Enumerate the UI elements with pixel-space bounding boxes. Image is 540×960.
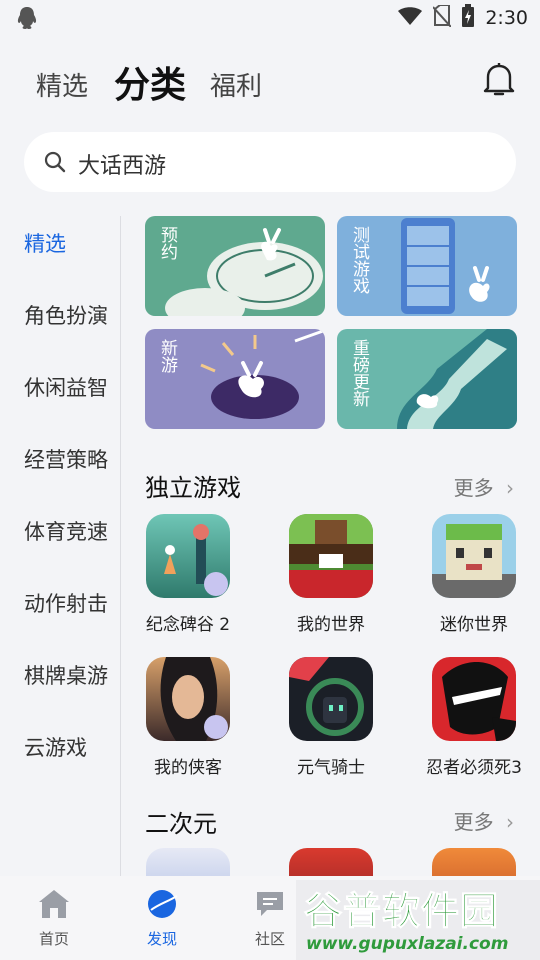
game-name: 我的侠客	[154, 758, 222, 778]
category-sidebar: 精选 角色扮演 休闲益智 经营策略 体育竞速 动作射击 棋牌桌游 云游戏	[0, 216, 120, 876]
tab-welfare[interactable]: 福利	[210, 66, 262, 103]
game-item-minecraft[interactable]: 我的世界	[275, 514, 387, 635]
sidebar-item-action-shooter[interactable]: 动作射击	[24, 588, 108, 618]
banner-label: 重磅更新	[349, 339, 369, 407]
game-item-monument-valley-2[interactable]: 纪念碑谷 2	[132, 514, 244, 635]
sidebar-item-sports-racing[interactable]: 体育竞速	[24, 516, 108, 546]
sidebar-item-cloud-gaming[interactable]: 云游戏	[24, 732, 87, 762]
more-label: 更多	[453, 810, 494, 834]
sidebar-item-featured[interactable]: 精选	[24, 228, 66, 258]
banner-reservation[interactable]: 预约	[145, 216, 325, 316]
search-bar[interactable]: 大话西游	[24, 132, 516, 192]
game-icon	[146, 848, 230, 876]
watermark-url: www.gupuxlazai.com	[306, 934, 509, 954]
game-item-my-swordsman[interactable]: 我的侠客	[132, 657, 244, 778]
banner-label: 新游	[157, 339, 177, 373]
discover-icon	[145, 890, 179, 924]
banner-beta-test[interactable]: 测试游戏	[337, 216, 517, 316]
banner-label: 测试游戏	[349, 226, 369, 294]
game-item-acg-1[interactable]	[132, 848, 244, 876]
game-name: 迷你世界	[440, 615, 508, 635]
game-item-ninja-must-die-3[interactable]: 忍者必须死3	[418, 657, 530, 778]
more-link-acg[interactable]: 更多 ›	[454, 806, 514, 835]
tab-category[interactable]: 分类	[114, 56, 186, 108]
section-title-acg: 二次元	[145, 810, 217, 838]
top-tabs: 精选 分类 福利	[0, 52, 540, 112]
search-input[interactable]: 大话西游	[78, 148, 166, 180]
chat-bubble-icon	[253, 892, 287, 924]
sidebar-item-rpg[interactable]: 角色扮演	[24, 300, 108, 330]
sidebar-item-strategy[interactable]: 经营策略	[24, 444, 108, 474]
tab-featured[interactable]: 精选	[36, 66, 88, 103]
sidebar-item-board-card[interactable]: 棋牌桌游	[24, 660, 108, 690]
wifi-icon	[397, 6, 423, 30]
game-icon	[289, 657, 373, 741]
section-title-indie: 独立游戏	[145, 474, 241, 502]
nav-discover[interactable]: 发现	[122, 888, 202, 949]
chevron-right-icon: ›	[506, 476, 514, 500]
nav-label: 发现	[146, 930, 177, 948]
bell-icon[interactable]	[482, 62, 516, 102]
game-name: 元气骑士	[297, 758, 365, 778]
clock-time: 2:30	[485, 7, 528, 29]
watermark-text: 谷普软件园	[303, 889, 500, 934]
main-content: 预约 测试游戏 新游 重磅更新 独立游戏 更多 › 纪念碑谷 2 我的世界 迷你…	[121, 216, 540, 876]
game-icon	[432, 848, 516, 876]
game-item-acg-3[interactable]	[418, 848, 530, 876]
game-item-acg-2[interactable]	[275, 848, 387, 876]
home-icon	[37, 890, 71, 924]
game-name: 纪念碑谷 2	[145, 615, 231, 635]
game-icon	[432, 514, 516, 598]
battery-charging-icon	[461, 4, 475, 32]
qq-icon	[16, 6, 38, 34]
game-item-mini-world[interactable]: 迷你世界	[418, 514, 530, 635]
more-label: 更多	[453, 476, 494, 500]
chevron-right-icon: ›	[506, 810, 514, 834]
banner-label: 预约	[157, 226, 177, 260]
sidebar-item-casual-puzzle[interactable]: 休闲益智	[24, 372, 108, 402]
game-icon	[146, 657, 230, 741]
banner-major-update[interactable]: 重磅更新	[337, 329, 517, 429]
status-bar: 2:30	[0, 0, 540, 36]
more-link-indie[interactable]: 更多 ›	[454, 472, 514, 501]
game-name: 我的世界	[297, 615, 365, 635]
banner-new-games[interactable]: 新游	[145, 329, 325, 429]
game-icon	[146, 514, 230, 598]
game-icon	[289, 514, 373, 598]
no-sim-icon	[432, 4, 453, 31]
game-name: 忍者必须死3	[426, 758, 522, 778]
nav-home[interactable]: 首页	[14, 888, 94, 949]
search-icon	[44, 151, 66, 177]
game-icon	[289, 848, 373, 876]
nav-label: 首页	[38, 930, 69, 948]
game-icon	[432, 657, 516, 741]
watermark: 谷普软件园 www.gupuxlazai.com	[296, 880, 540, 960]
game-item-soul-knight[interactable]: 元气骑士	[275, 657, 387, 778]
